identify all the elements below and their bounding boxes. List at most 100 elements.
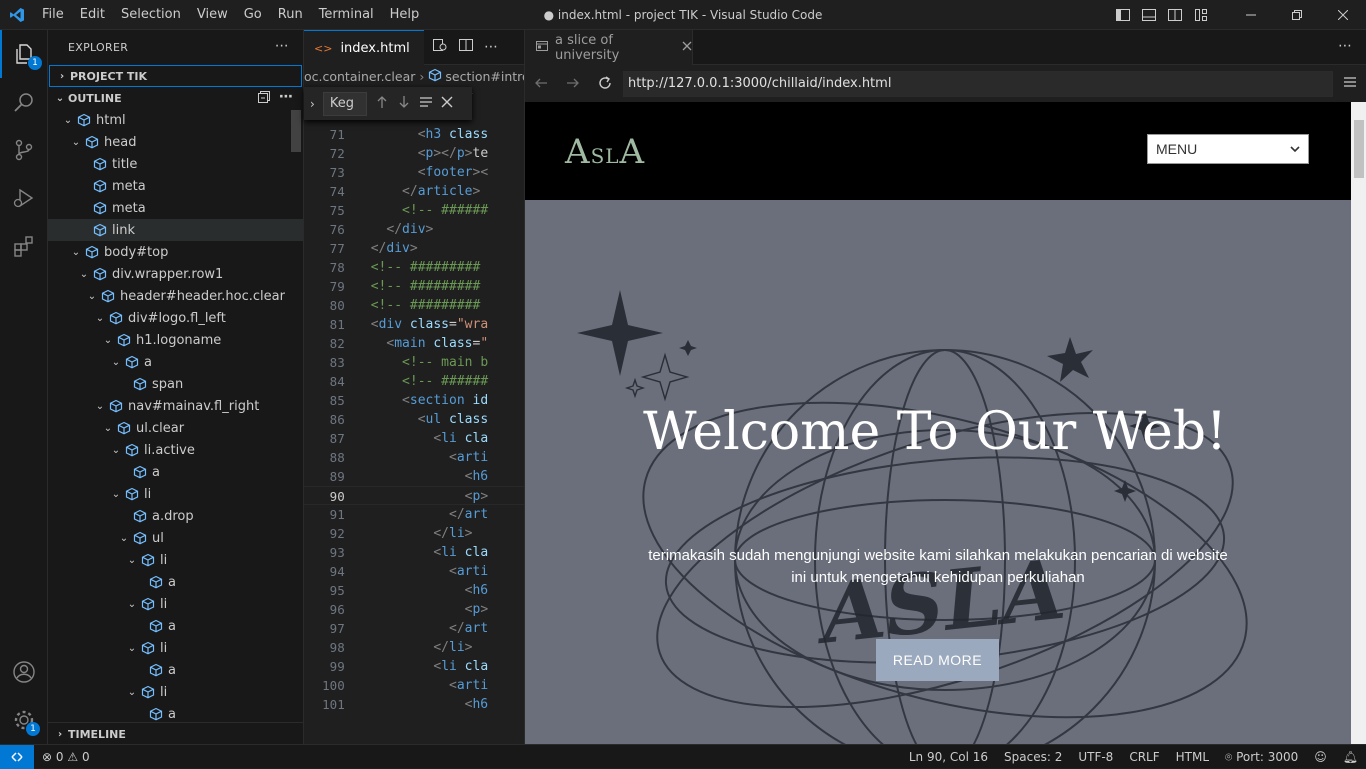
- chevron-down-icon[interactable]: ⌄: [124, 555, 140, 566]
- indentation[interactable]: Spaces: 2: [996, 750, 1070, 764]
- more-actions-icon[interactable]: ⋯: [275, 38, 289, 54]
- chevron-down-icon[interactable]: ⌄: [68, 137, 84, 148]
- reload-icon[interactable]: [597, 75, 613, 95]
- code-line[interactable]: 76 </div>: [304, 220, 524, 239]
- read-more-button[interactable]: READ MORE: [876, 639, 999, 681]
- code-line[interactable]: 91 </art: [304, 505, 524, 524]
- tab-browser-preview[interactable]: a slice of university: [525, 30, 693, 65]
- code-line[interactable]: 99 <li cla: [304, 657, 524, 676]
- find-input[interactable]: [322, 91, 367, 116]
- search-icon[interactable]: [0, 78, 48, 126]
- toggle-secondary-sidebar-icon[interactable]: [1162, 0, 1188, 30]
- outline-item[interactable]: ⌄ ul: [48, 527, 303, 549]
- outline-item[interactable]: ⌄ li: [48, 593, 303, 615]
- code-line[interactable]: 84 <!-- ######: [304, 372, 524, 391]
- restore-button[interactable]: [1274, 0, 1320, 30]
- code-line[interactable]: 72 <p></p>te: [304, 144, 524, 163]
- code-line[interactable]: 82 <main class=": [304, 334, 524, 353]
- breadcrumb-item[interactable]: section#introb: [445, 69, 524, 84]
- collapse-all-icon[interactable]: [257, 90, 271, 107]
- code-line[interactable]: 95 <h6: [304, 581, 524, 600]
- find-in-selection-icon[interactable]: [419, 95, 433, 113]
- back-icon[interactable]: [533, 75, 549, 95]
- chevron-down-icon[interactable]: ⌄: [68, 247, 84, 258]
- outline-item[interactable]: ⌄ a: [48, 351, 303, 373]
- code-line[interactable]: 75 <!-- ######: [304, 201, 524, 220]
- next-match-icon[interactable]: [397, 95, 411, 113]
- end-of-line[interactable]: CRLF: [1121, 750, 1167, 764]
- remote-icon[interactable]: [0, 744, 34, 769]
- run-debug-icon[interactable]: [0, 174, 48, 222]
- outline-item[interactable]: a: [48, 659, 303, 681]
- menu-select[interactable]: MENU: [1147, 134, 1309, 164]
- forward-icon[interactable]: [565, 75, 581, 95]
- code-line[interactable]: 81 <div class="wra: [304, 315, 524, 334]
- sidebar-scrollbar[interactable]: [291, 110, 301, 152]
- minimize-button[interactable]: [1228, 0, 1274, 30]
- code-line[interactable]: 79 <!-- #########: [304, 277, 524, 296]
- outline-item[interactable]: ⌄ div#logo.fl_left: [48, 307, 303, 329]
- outline-item[interactable]: a: [48, 615, 303, 637]
- outline-item[interactable]: ⌄ body#top: [48, 241, 303, 263]
- close-tab-icon[interactable]: [682, 40, 692, 55]
- site-logo[interactable]: ASLA: [565, 132, 645, 172]
- outline-item[interactable]: ⌄ head: [48, 131, 303, 153]
- chevron-down-icon[interactable]: ⌄: [108, 489, 124, 500]
- account-icon[interactable]: [0, 648, 48, 696]
- page-scrollbar[interactable]: [1351, 102, 1366, 744]
- code-line[interactable]: 93 <li cla: [304, 543, 524, 562]
- notifications-bell-icon[interactable]: 🔔︎: [1335, 750, 1366, 764]
- extensions-icon[interactable]: [0, 222, 48, 270]
- previous-match-icon[interactable]: [375, 95, 389, 113]
- chevron-down-icon[interactable]: ⌄: [124, 687, 140, 698]
- code-line[interactable]: 74 </article>: [304, 182, 524, 201]
- outline-item[interactable]: ⌄ h1.logoname: [48, 329, 303, 351]
- outline-item[interactable]: span: [48, 373, 303, 395]
- code-editor[interactable]: <!-- ####70 <article>71 <h3 class72 <p><…: [304, 87, 524, 744]
- code-line[interactable]: 101 <h6: [304, 695, 524, 714]
- chevron-down-icon[interactable]: ⌄: [100, 335, 116, 346]
- menu-item-selection[interactable]: Selection: [113, 0, 189, 30]
- outline-item[interactable]: ⌄ li: [48, 681, 303, 703]
- code-line[interactable]: 100 <arti: [304, 676, 524, 695]
- outline-more-icon[interactable]: ⋯: [279, 89, 293, 105]
- code-line[interactable]: 96 <p>: [304, 600, 524, 619]
- code-line[interactable]: 73 <footer><: [304, 163, 524, 182]
- feedback-icon[interactable]: ☺: [1306, 750, 1335, 764]
- outline-item[interactable]: ⌄ html: [48, 109, 303, 131]
- code-line[interactable]: 92 </li>: [304, 524, 524, 543]
- section-project[interactable]: › PROJECT TIK: [49, 65, 302, 87]
- split-editor-icon[interactable]: [458, 37, 474, 57]
- code-line[interactable]: 90 <p>: [304, 486, 524, 505]
- outline-item[interactable]: meta: [48, 197, 303, 219]
- chevron-down-icon[interactable]: ⌄: [124, 643, 140, 654]
- chevron-down-icon[interactable]: ⌄: [116, 533, 132, 544]
- hamburger-menu-icon[interactable]: [1343, 75, 1357, 93]
- code-line[interactable]: 88 <arti: [304, 448, 524, 467]
- outline-item[interactable]: ⌄ ul.clear: [48, 417, 303, 439]
- code-line[interactable]: 94 <arti: [304, 562, 524, 581]
- outline-item[interactable]: ⌄ li: [48, 483, 303, 505]
- outline-item[interactable]: ⌄ li: [48, 637, 303, 659]
- editor-more-icon[interactable]: ⋯: [484, 39, 498, 55]
- outline-item[interactable]: a: [48, 571, 303, 593]
- code-line[interactable]: 85 <section id: [304, 391, 524, 410]
- code-line[interactable]: 78 <!-- #########: [304, 258, 524, 277]
- close-window-button[interactable]: [1320, 0, 1366, 30]
- toggle-primary-sidebar-icon[interactable]: [1110, 0, 1136, 30]
- customize-layout-icon[interactable]: [1188, 0, 1214, 30]
- chevron-down-icon[interactable]: ⌄: [92, 313, 108, 324]
- live-server-port[interactable]: ⌾ Port: 3000: [1217, 750, 1306, 765]
- manage-gear-icon[interactable]: 1: [0, 696, 48, 744]
- code-line[interactable]: 71 <h3 class: [304, 125, 524, 144]
- menu-item-go[interactable]: Go: [236, 0, 270, 30]
- menu-item-edit[interactable]: Edit: [72, 0, 113, 30]
- outline-item[interactable]: meta: [48, 175, 303, 197]
- explorer-icon[interactable]: 1: [0, 30, 48, 78]
- browser-more-icon[interactable]: ⋯: [1338, 38, 1352, 54]
- language-mode[interactable]: HTML: [1168, 750, 1217, 764]
- url-input[interactable]: http://127.0.0.1:3000/chillaid/index.htm…: [623, 71, 1333, 97]
- outline-item[interactable]: ⌄ li: [48, 549, 303, 571]
- cursor-position[interactable]: Ln 90, Col 16: [901, 750, 996, 764]
- outline-item[interactable]: ⌄ nav#mainav.fl_right: [48, 395, 303, 417]
